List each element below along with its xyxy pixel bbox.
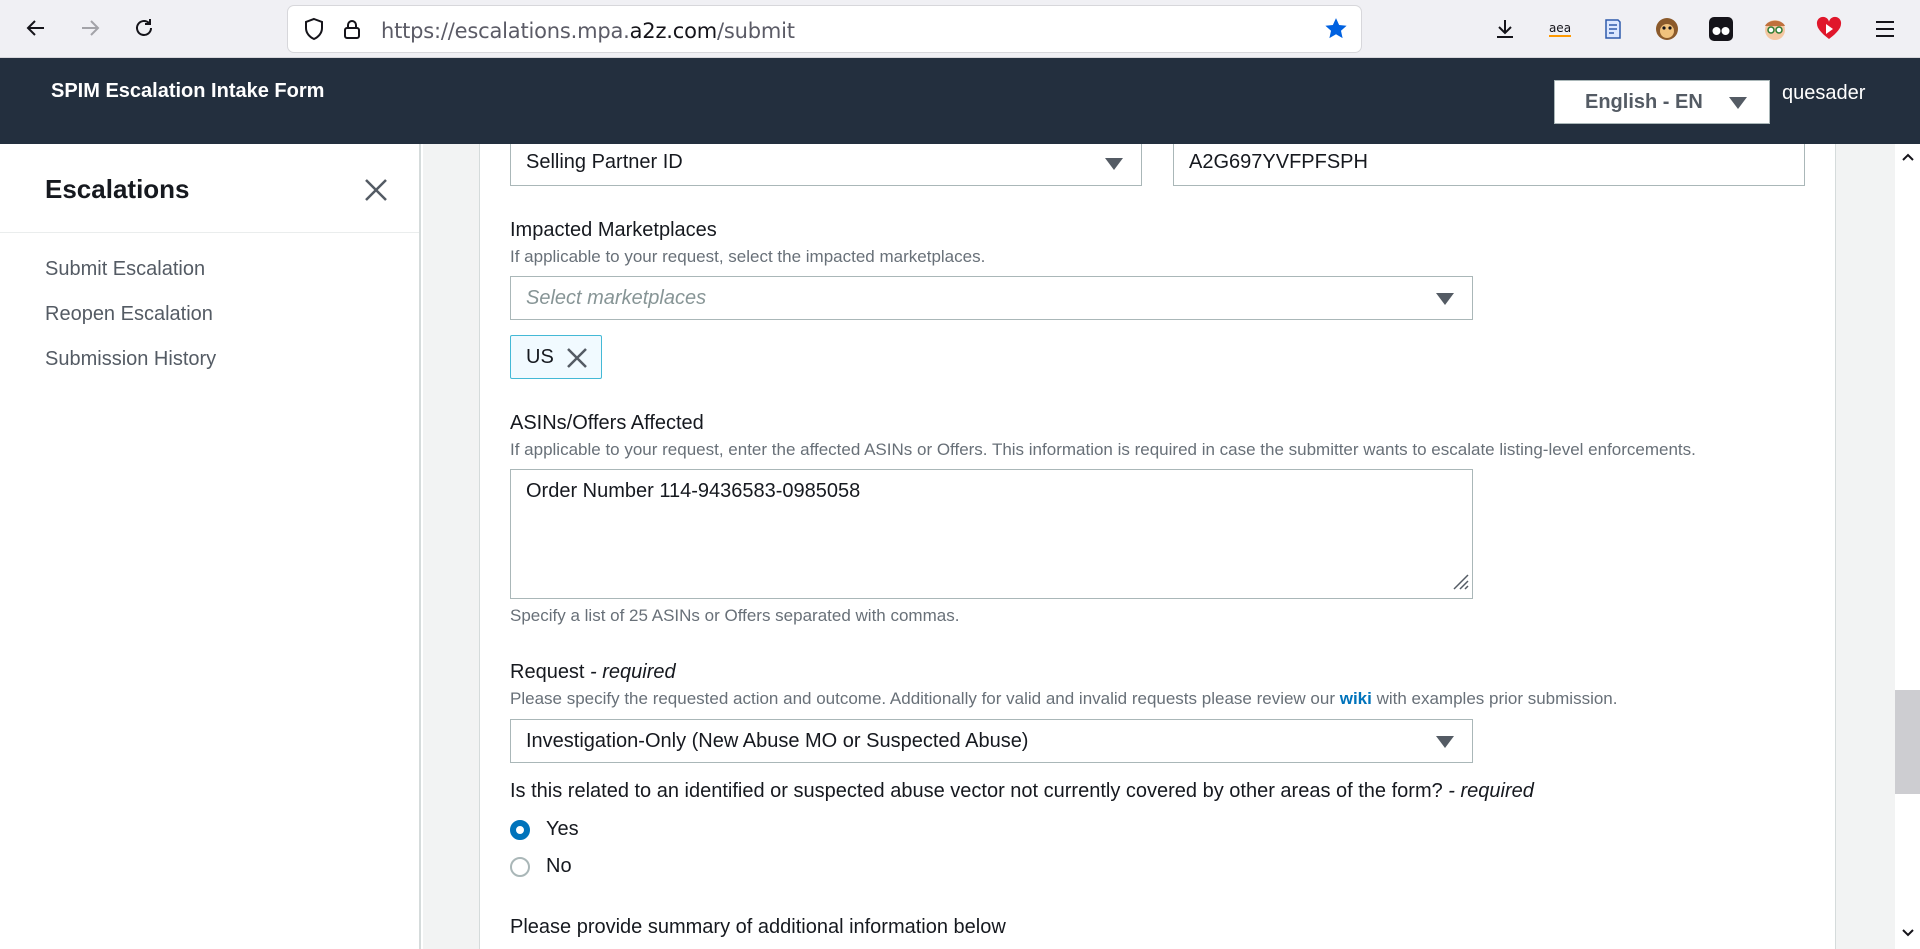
- radio-yes-label[interactable]: Yes: [546, 818, 579, 841]
- monkey-extension-icon[interactable]: [1652, 14, 1682, 44]
- browser-toolbar: https://escalations.mpa.a2z.com/submit a…: [0, 0, 1920, 58]
- sidebar-item-submission-history[interactable]: Submission History: [45, 348, 216, 371]
- request-select[interactable]: Investigation-Only (New Abuse MO or Susp…: [510, 719, 1473, 763]
- marketplaces-placeholder: Select marketplaces: [526, 287, 707, 309]
- id-type-select[interactable]: Selling Partner ID: [510, 144, 1142, 186]
- scroll-down-icon[interactable]: [1901, 926, 1915, 940]
- sidebar: Escalations Submit Escalation Reopen Esc…: [0, 144, 421, 949]
- download-icon[interactable]: [1490, 14, 1520, 44]
- shield-icon[interactable]: [302, 17, 326, 46]
- marketplaces-select[interactable]: Select marketplaces: [510, 276, 1473, 320]
- caret-down-icon: [1436, 736, 1454, 748]
- scroll-up-icon[interactable]: [1901, 150, 1915, 164]
- red-heart-extension-icon[interactable]: [1814, 14, 1844, 44]
- face-extension-icon[interactable]: [1760, 14, 1790, 44]
- language-label: English - EN: [1585, 91, 1703, 113]
- page-scrollbar[interactable]: [1895, 144, 1920, 949]
- request-value: Investigation-Only (New Abuse MO or Susp…: [526, 730, 1029, 752]
- caret-down-icon: [1436, 293, 1454, 305]
- main-content: Selling Partner ID A2G697YVFPFSPH Impact…: [423, 144, 1895, 949]
- scroll-thumb[interactable]: [1895, 690, 1920, 794]
- sidebar-divider: [0, 232, 419, 233]
- close-icon[interactable]: [360, 174, 392, 206]
- id-value-input[interactable]: A2G697YVFPFSPH: [1173, 144, 1805, 186]
- amazon-extension-label: aea: [1548, 21, 1572, 37]
- menu-icon[interactable]: [1870, 14, 1900, 44]
- language-select[interactable]: English - EN: [1554, 80, 1770, 124]
- id-value-text: A2G697YVFPFSPH: [1189, 151, 1368, 173]
- app-header: SPIM Escalation Intake Form English - EN…: [0, 58, 1920, 144]
- username[interactable]: quesader: [1782, 82, 1865, 105]
- asins-description: If applicable to your request, enter the…: [510, 440, 1696, 459]
- url-text[interactable]: https://escalations.mpa.a2z.com/submit: [381, 19, 795, 43]
- marketplace-token-us: US: [510, 335, 602, 379]
- amazon-extension-icon[interactable]: aea: [1545, 14, 1575, 44]
- asins-hint: Specify a list of 25 ASINs or Offers sep…: [510, 606, 960, 625]
- asins-label: ASINs/Offers Affected: [510, 412, 704, 434]
- abuse-vector-question: Is this related to an identified or susp…: [510, 780, 1534, 802]
- id-type-value: Selling Partner ID: [526, 151, 683, 173]
- eyes-extension-icon[interactable]: [1706, 14, 1736, 44]
- radio-yes[interactable]: [510, 820, 530, 840]
- form-panel: Selling Partner ID A2G697YVFPFSPH Impact…: [479, 144, 1836, 949]
- marketplaces-description: If applicable to your request, select th…: [510, 247, 986, 266]
- request-label: Request - required: [510, 661, 676, 683]
- caret-down-icon: [1729, 97, 1747, 109]
- summary-label: Please provide summary of additional inf…: [510, 916, 1006, 938]
- asins-value: Order Number 114-9436583-0985058: [526, 480, 861, 502]
- request-description: Please specify the requested action and …: [510, 689, 1618, 708]
- reload-icon[interactable]: [126, 10, 162, 46]
- radio-no-label[interactable]: No: [546, 855, 572, 878]
- reader-icon[interactable]: [1598, 14, 1628, 44]
- sidebar-title: Escalations: [45, 174, 190, 204]
- app-title: SPIM Escalation Intake Form: [51, 80, 325, 102]
- back-icon[interactable]: [18, 10, 54, 46]
- sidebar-item-reopen-escalation[interactable]: Reopen Escalation: [45, 303, 213, 326]
- marketplace-token-label: US: [526, 346, 554, 368]
- sidebar-item-submit-escalation[interactable]: Submit Escalation: [45, 258, 205, 281]
- address-bar[interactable]: https://escalations.mpa.a2z.com/submit: [288, 6, 1361, 52]
- caret-down-icon: [1105, 158, 1123, 170]
- lock-icon[interactable]: [340, 17, 364, 46]
- radio-no[interactable]: [510, 857, 530, 877]
- marketplaces-label: Impacted Marketplaces: [510, 219, 717, 241]
- remove-token-icon[interactable]: [566, 347, 588, 369]
- resize-handle-icon[interactable]: [1450, 571, 1470, 596]
- asins-textarea[interactable]: Order Number 114-9436583-0985058: [510, 469, 1473, 599]
- bookmark-star-icon[interactable]: [1323, 16, 1349, 47]
- wiki-link[interactable]: wiki: [1340, 689, 1372, 708]
- forward-icon[interactable]: [72, 10, 108, 46]
